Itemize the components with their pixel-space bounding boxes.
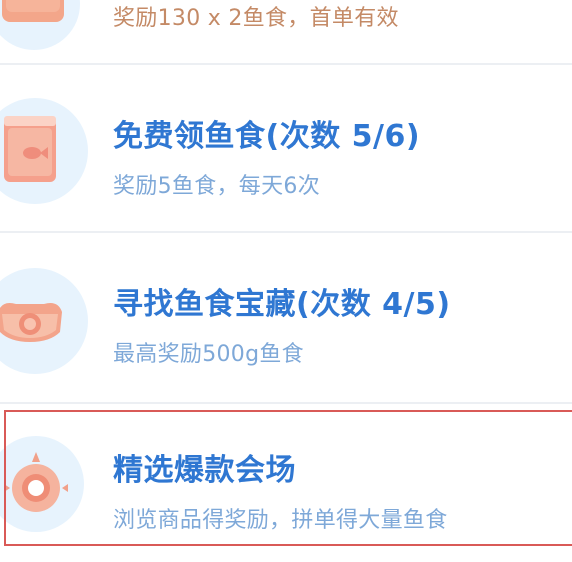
task-title: 寻找鱼食宝藏(次数 4/5) xyxy=(113,287,451,322)
task-description: 奖励5鱼食，每天6次 xyxy=(113,174,320,199)
divider xyxy=(0,402,572,404)
divider xyxy=(0,231,572,233)
divider xyxy=(0,63,572,65)
task-list-screen: 奖励130 x 2鱼食，首单有效 免费领鱼食(次数 5/6) 奖励5鱼食，每天6… xyxy=(0,0,572,562)
task-description: 浏览商品得奖励，拼单得大量鱼食 xyxy=(113,508,448,533)
task-description: 奖励130 x 2鱼食，首单有效 xyxy=(113,6,399,31)
task-description: 最高奖励500g鱼食 xyxy=(113,342,304,367)
task-list: 奖励130 x 2鱼食，首单有效 免费领鱼食(次数 5/6) 奖励5鱼食，每天6… xyxy=(0,0,572,562)
task-title: 免费领鱼食(次数 5/6) xyxy=(113,119,421,154)
task-title: 精选爆款会场 xyxy=(113,453,296,488)
